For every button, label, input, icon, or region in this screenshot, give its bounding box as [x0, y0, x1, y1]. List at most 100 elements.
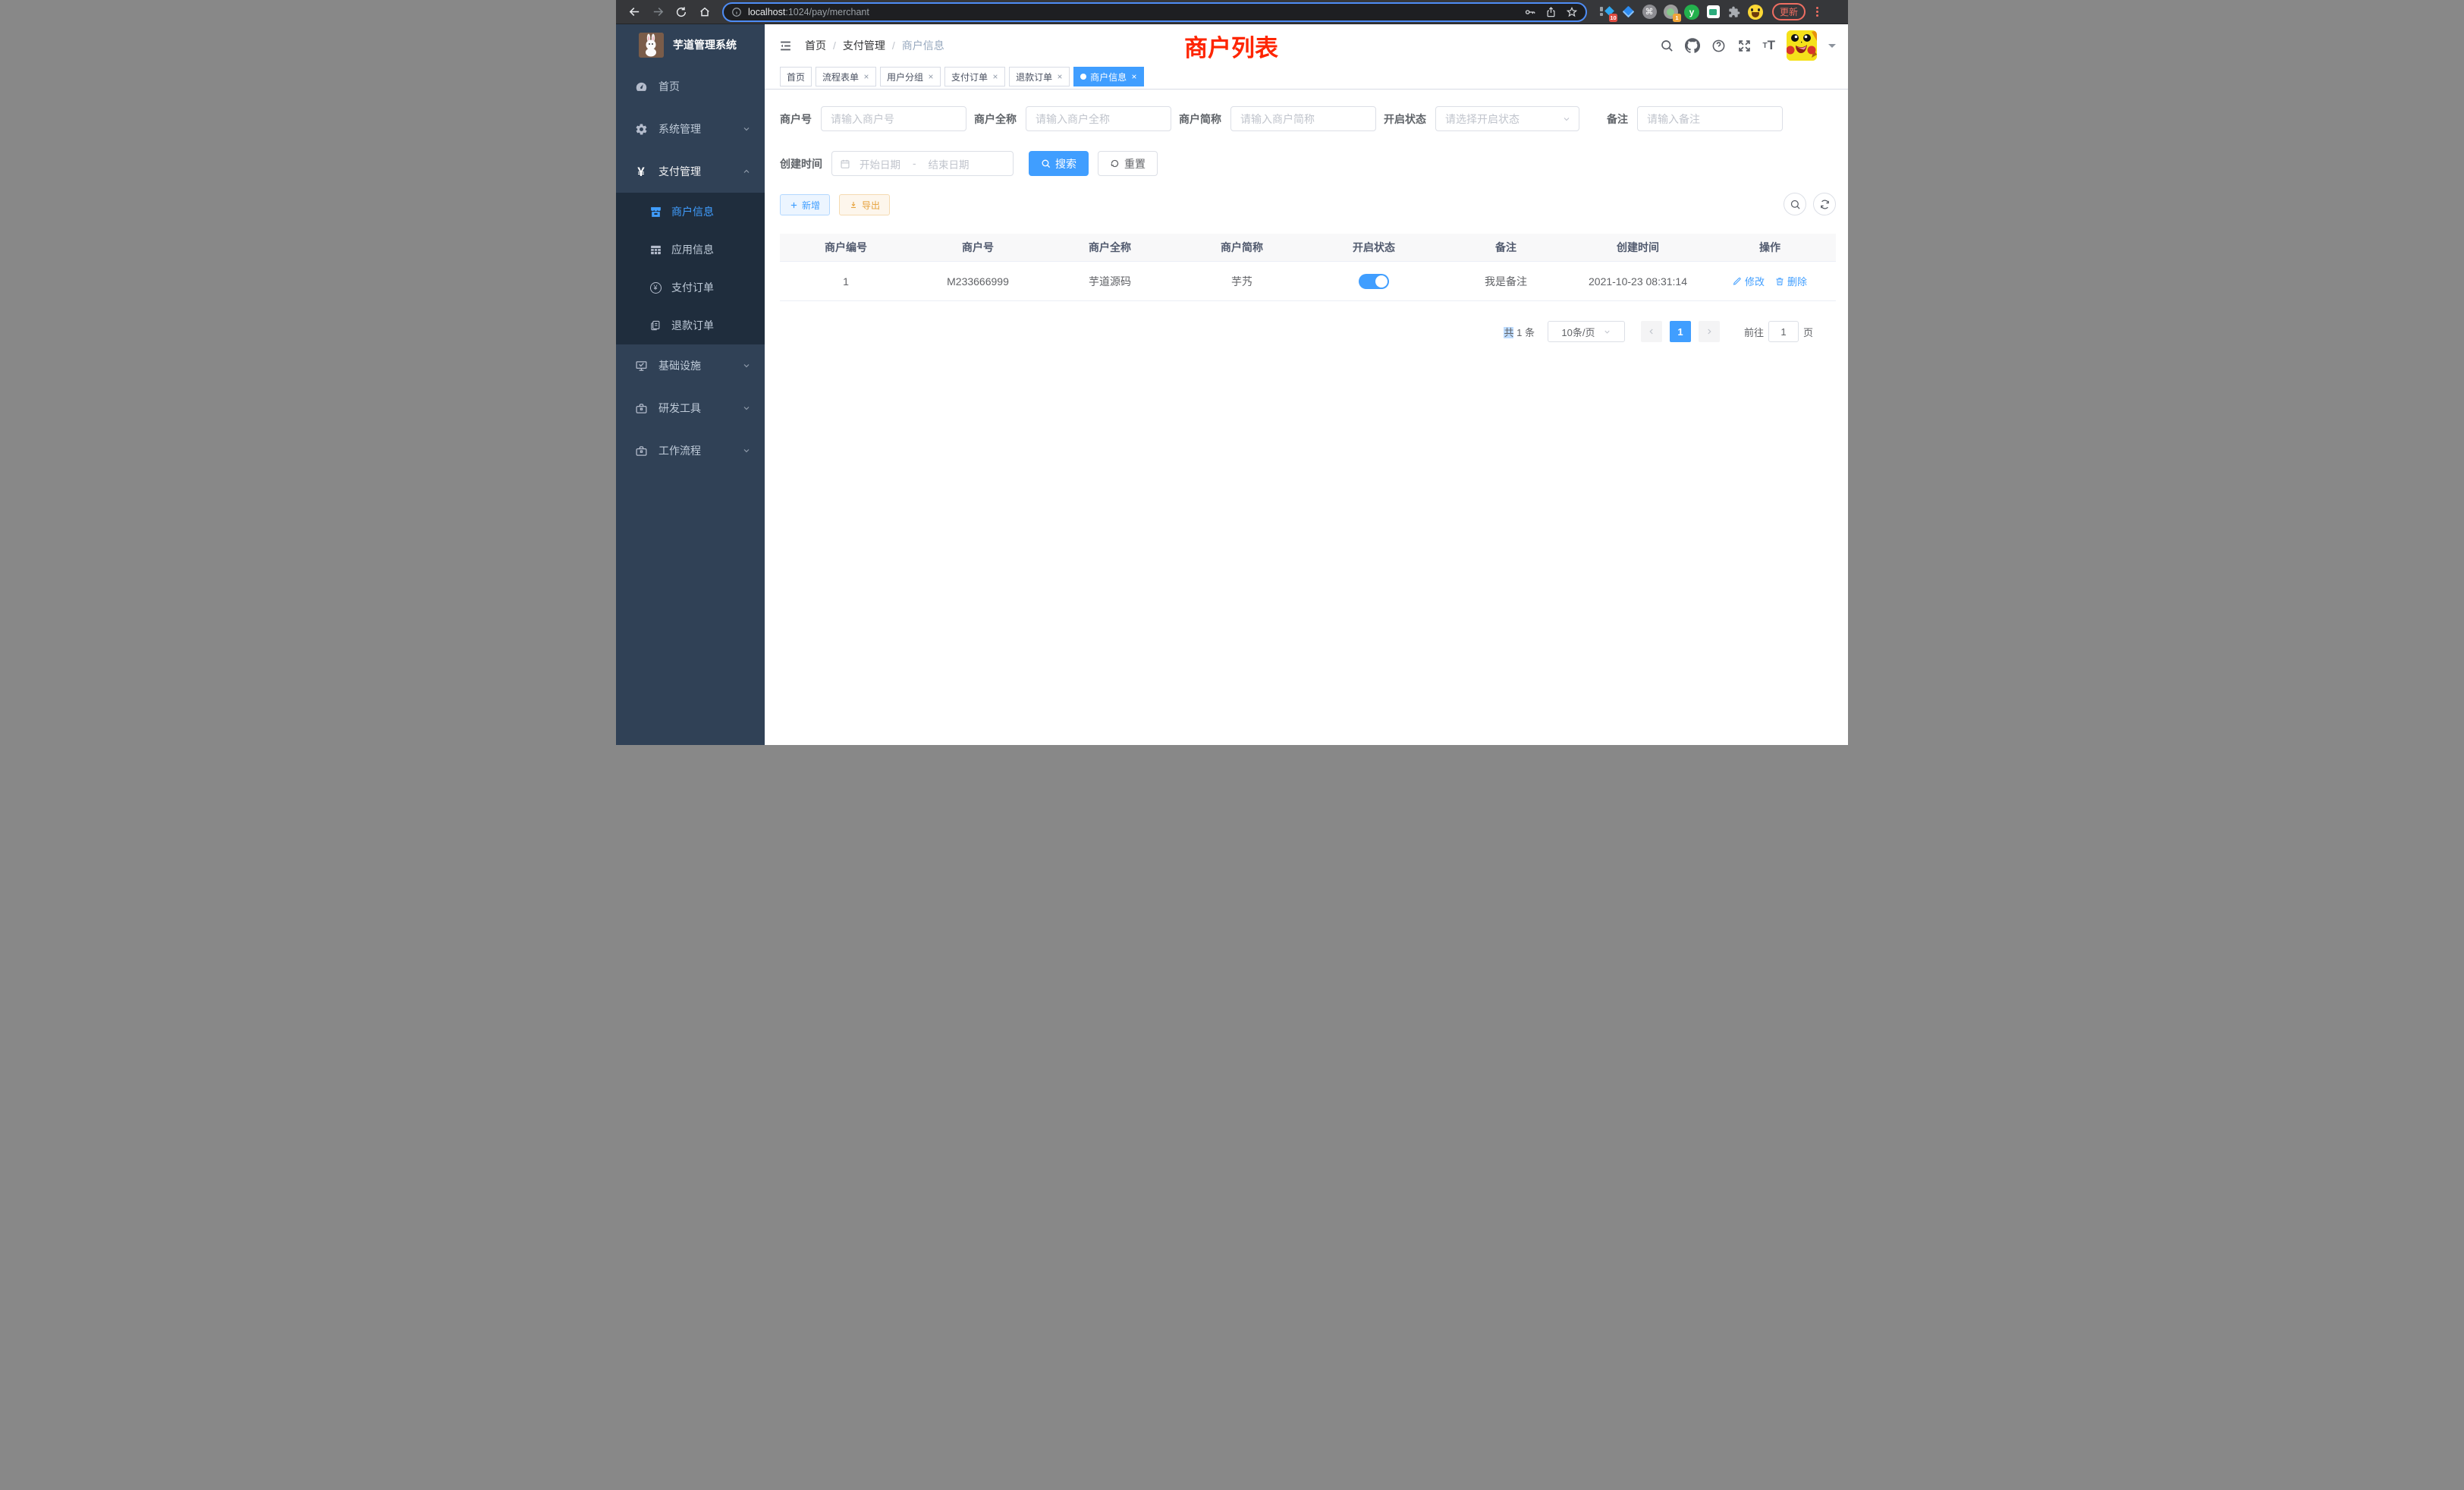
toggle-search-button[interactable] [1784, 193, 1806, 215]
extension-badge-10: 10 [1609, 14, 1617, 22]
col-header: 商户全称 [1044, 240, 1176, 255]
sidebar-collapse-icon[interactable] [778, 39, 793, 52]
current-page-button[interactable]: 1 [1670, 321, 1691, 342]
url-path: :1024/pay/merchant [785, 7, 869, 17]
chevron-down-icon [742, 446, 751, 455]
tab-pay-order[interactable]: 支付订单 [944, 67, 1005, 86]
sidebar-item-app-info[interactable]: 应用信息 [616, 231, 765, 269]
toolbox-icon [634, 402, 648, 415]
monitor-icon [634, 360, 648, 372]
sidebar-item-refund-order[interactable]: 退款订单 [616, 306, 765, 344]
browser-menu-icon[interactable] [1812, 7, 1822, 17]
sidebar-item-system[interactable]: 系统管理 [616, 108, 765, 150]
page-size-select[interactable]: 10条/页 [1548, 321, 1625, 342]
end-date-placeholder: 结束日期 [929, 156, 970, 171]
sidebar-item-pay-order[interactable]: ¥ 支付订单 [616, 269, 765, 306]
sidebar-item-home[interactable]: 首页 [616, 65, 765, 108]
pagination-total: 共 1 条 [1504, 325, 1535, 339]
table-toolbar: 新增 导出 [780, 194, 1836, 215]
app-logo-row[interactable]: 芋道管理系统 [616, 24, 765, 65]
breadcrumb-home[interactable]: 首页 [805, 38, 826, 53]
close-icon[interactable] [992, 74, 998, 80]
close-icon[interactable] [1057, 74, 1063, 80]
fullscreen-icon[interactable] [1737, 39, 1752, 53]
search-button[interactable]: 搜索 [1029, 151, 1089, 176]
page-unit-label: 页 [1803, 325, 1813, 339]
reset-button[interactable]: 重置 [1098, 151, 1158, 176]
browser-home-icon[interactable] [696, 3, 714, 21]
tab-user-group[interactable]: 用户分组 [880, 67, 941, 86]
filter-row-2: 创建时间 开始日期 - 结束日期 [780, 151, 1836, 176]
password-key-icon[interactable] [1524, 6, 1536, 18]
edit-link[interactable]: 修改 [1733, 274, 1765, 288]
breadcrumb-separator: / [892, 39, 895, 52]
font-size-icon[interactable]: TT [1763, 38, 1776, 53]
status-select[interactable]: 请选择开启状态 [1435, 106, 1579, 131]
sidebar-item-pay[interactable]: ¥ 支付管理 [616, 150, 765, 193]
avatar-caret-icon[interactable] [1828, 44, 1836, 52]
remark-input[interactable] [1637, 106, 1783, 131]
app-header: 首页 / 支付管理 / 商户信息 [765, 24, 1848, 67]
extension-y-icon[interactable]: y [1684, 5, 1699, 20]
sidebar-item-merchant-info[interactable]: 商户信息 [616, 193, 765, 231]
extension-command-icon[interactable]: ⌘ [1642, 5, 1657, 20]
col-header: 操作 [1704, 240, 1836, 255]
address-bar[interactable]: localhost:1024/pay/merchant [722, 2, 1587, 22]
browser-update-button[interactable]: 更新 [1772, 3, 1806, 20]
table-header-row: 商户编号 商户号 商户全称 商户简称 开启状态 备注 创建时间 操作 [780, 234, 1836, 262]
browser-forward-icon[interactable] [649, 3, 667, 21]
browser-back-icon[interactable] [625, 3, 643, 21]
date-separator: - [913, 158, 916, 169]
add-button[interactable]: 新增 [780, 194, 830, 215]
breadcrumb-separator: / [833, 39, 836, 52]
sidebar-item-infra[interactable]: 基础设施 [616, 344, 765, 387]
create-time-range-input[interactable]: 开始日期 - 结束日期 [831, 151, 1014, 176]
close-icon[interactable] [928, 74, 934, 80]
site-info-icon[interactable] [731, 7, 742, 17]
sidebar-item-label: 基础设施 [658, 358, 701, 373]
share-icon[interactable] [1545, 6, 1557, 18]
breadcrumb-pay[interactable]: 支付管理 [843, 38, 885, 53]
short-name-input[interactable] [1230, 106, 1376, 131]
sidebar-item-label: 支付订单 [671, 280, 714, 295]
pencil-icon [1733, 277, 1742, 286]
refresh-table-button[interactable] [1813, 193, 1836, 215]
tab-process-form[interactable]: 流程表单 [816, 67, 876, 86]
filter-remark: 备注 [1607, 106, 1783, 131]
extensions-puzzle-icon[interactable] [1727, 5, 1742, 20]
tab-refund-order[interactable]: 退款订单 [1009, 67, 1070, 86]
dashboard-icon [634, 80, 648, 93]
next-page-button[interactable] [1699, 321, 1720, 342]
goto-page-input[interactable] [1768, 321, 1799, 342]
tab-home[interactable]: 首页 [780, 67, 812, 86]
sidebar-item-workflow[interactable]: 工作流程 [616, 429, 765, 472]
extension-badge-1: 1 [1673, 14, 1681, 22]
github-icon[interactable] [1685, 38, 1700, 53]
export-button[interactable]: 导出 [839, 194, 890, 215]
sidebar-item-label: 应用信息 [671, 242, 714, 257]
extension-notes-icon[interactable] [1705, 5, 1721, 20]
search-icon [1041, 159, 1051, 168]
help-icon[interactable] [1711, 39, 1726, 53]
user-avatar[interactable] [1787, 30, 1817, 61]
close-icon[interactable] [863, 74, 869, 80]
browser-reload-icon[interactable] [672, 3, 690, 21]
delete-link[interactable]: 删除 [1775, 274, 1807, 288]
header-search-icon[interactable] [1660, 39, 1674, 52]
bookmark-star-icon[interactable] [1566, 6, 1578, 18]
close-icon[interactable] [1131, 74, 1137, 80]
filter-merchant-no: 商户号 [780, 106, 966, 131]
sidebar-item-dev-tools[interactable]: 研发工具 [616, 387, 765, 429]
tab-merchant-info[interactable]: 商户信息 [1073, 67, 1144, 86]
extension-kite-icon[interactable] [1620, 5, 1636, 20]
prev-page-button[interactable] [1641, 321, 1662, 342]
status-toggle[interactable] [1359, 274, 1389, 289]
profile-emoji-icon[interactable] [1748, 5, 1763, 20]
screen: localhost:1024/pay/merchant 10 [616, 0, 1848, 745]
extension-recorder-icon[interactable]: 1 [1663, 5, 1678, 20]
full-name-input[interactable] [1026, 106, 1171, 131]
extension-devtools-icon[interactable]: 10 [1599, 5, 1614, 20]
page-content: 商户号 商户全称 商户简称 开启状态 请选择开启状态 [765, 90, 1848, 745]
merchant-no-input[interactable] [821, 106, 966, 131]
filter-label: 开启状态 [1384, 112, 1426, 127]
